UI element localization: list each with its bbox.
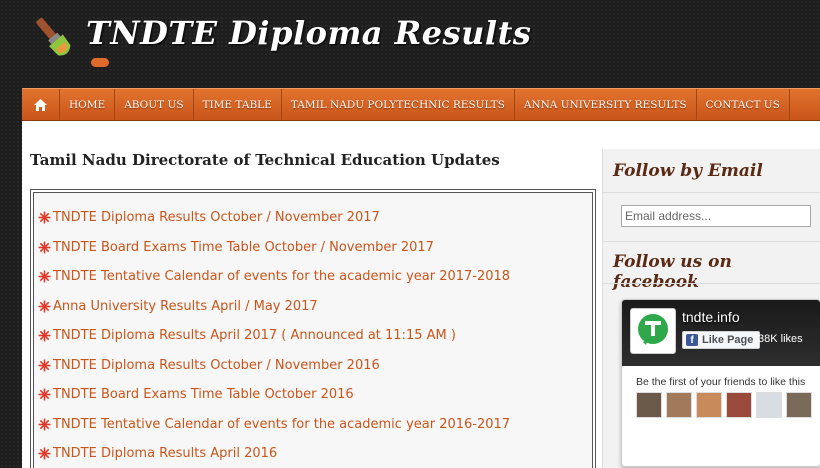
update-link[interactable]: Anna University Results April / May 2017 [53,299,318,314]
updates-list: TNDTE Diploma Results October / November… [33,192,593,468]
divider [603,192,820,193]
nav-polytechnic-results[interactable]: TAMIL NADU POLYTECHNIC RESULTS [282,89,515,120]
avatar[interactable] [786,392,812,418]
facebook-page-widget: tndte.info f Like Page 38K likes Be the … [621,299,820,467]
asterisk-bullet-icon [38,241,51,254]
nav-anna-university-results[interactable]: ANNA UNIVERSITY RESULTS [515,89,697,120]
updates-box: TNDTE Diploma Results October / November… [30,189,596,468]
email-input[interactable] [621,205,811,227]
asterisk-bullet-icon [38,211,51,224]
list-item: TNDTE Board Exams Time Table October / N… [38,233,592,263]
nav-home-button[interactable] [22,89,60,120]
list-item: Anna University Results April / May 2017 [38,292,592,322]
main-navbar: HOME ABOUT US TIME TABLE TAMIL NADU POLY… [22,88,820,121]
facebook-icon: f [686,334,698,346]
site-header: TNDTE Diploma Results [0,0,820,88]
facebook-page-name[interactable]: tndte.info [682,309,740,325]
asterisk-bullet-icon [38,300,51,313]
avatar[interactable] [666,392,692,418]
title-accent-pill [91,58,109,67]
nav-home[interactable]: HOME [60,89,116,120]
list-item: TNDTE Diploma Results October / November… [38,351,592,381]
likes-count: 38K likes [758,333,803,345]
asterisk-bullet-icon [38,388,51,401]
asterisk-bullet-icon [38,418,51,431]
nav-contact-us[interactable]: CONTACT US [697,89,790,120]
nav-time-table[interactable]: TIME TABLE [194,89,282,120]
update-link[interactable]: TNDTE Board Exams Time Table October 201… [53,387,354,402]
page-heading: Tamil Nadu Directorate of Technical Educ… [30,151,500,169]
paintbrush-logo-icon [36,17,71,56]
avatar[interactable] [726,392,752,418]
home-icon [34,98,47,111]
site-title[interactable]: TNDTE Diploma Results [86,14,531,52]
divider [603,283,820,284]
follow-facebook-title: Follow us on facebook [613,252,732,292]
list-item: TNDTE Diploma Results April 2017 ( Annou… [38,321,592,351]
list-item: TNDTE Board Exams Time Table October 201… [38,380,592,410]
list-item: TNDTE Diploma Results October / November… [38,203,592,233]
page-logo[interactable] [630,308,676,354]
list-item: TNDTE Tentative Calendar of events for t… [38,262,592,292]
update-link[interactable]: TNDTE Diploma Results October / November… [53,210,380,225]
update-link[interactable]: TNDTE Diploma Results April 2017 ( Annou… [53,328,456,343]
update-link[interactable]: TNDTE Tentative Calendar of events for t… [53,269,510,284]
update-link[interactable]: TNDTE Tentative Calendar of events for t… [53,417,510,432]
friend-avatars [636,392,812,418]
like-page-button[interactable]: f Like Page [682,331,761,349]
sidebar: Follow by Email Follow us on facebook tn… [602,149,820,468]
list-item: TNDTE Diploma Results April 2016 [38,439,592,468]
avatar[interactable] [696,392,722,418]
divider [603,241,820,242]
like-page-label: Like Page [702,334,754,346]
avatar[interactable] [636,392,662,418]
update-link[interactable]: TNDTE Diploma Results April 2016 [53,446,277,461]
t-logo-icon [638,314,668,345]
asterisk-bullet-icon [38,447,51,460]
list-item: TNDTE Tentative Calendar of events for t… [38,410,592,440]
follow-email-title: Follow by Email [613,161,763,181]
main-column: Tamil Nadu Directorate of Technical Educ… [22,121,600,468]
asterisk-bullet-icon [38,270,51,283]
friends-text: Be the first of your friends to like thi… [636,376,806,388]
update-link[interactable]: TNDTE Board Exams Time Table October / N… [53,240,434,255]
page-content: Tamil Nadu Directorate of Technical Educ… [22,121,820,468]
nav-about-us[interactable]: ABOUT US [115,89,194,120]
avatar[interactable] [756,392,782,418]
asterisk-bullet-icon [38,359,51,372]
update-link[interactable]: TNDTE Diploma Results October / November… [53,358,380,373]
asterisk-bullet-icon [38,329,51,342]
